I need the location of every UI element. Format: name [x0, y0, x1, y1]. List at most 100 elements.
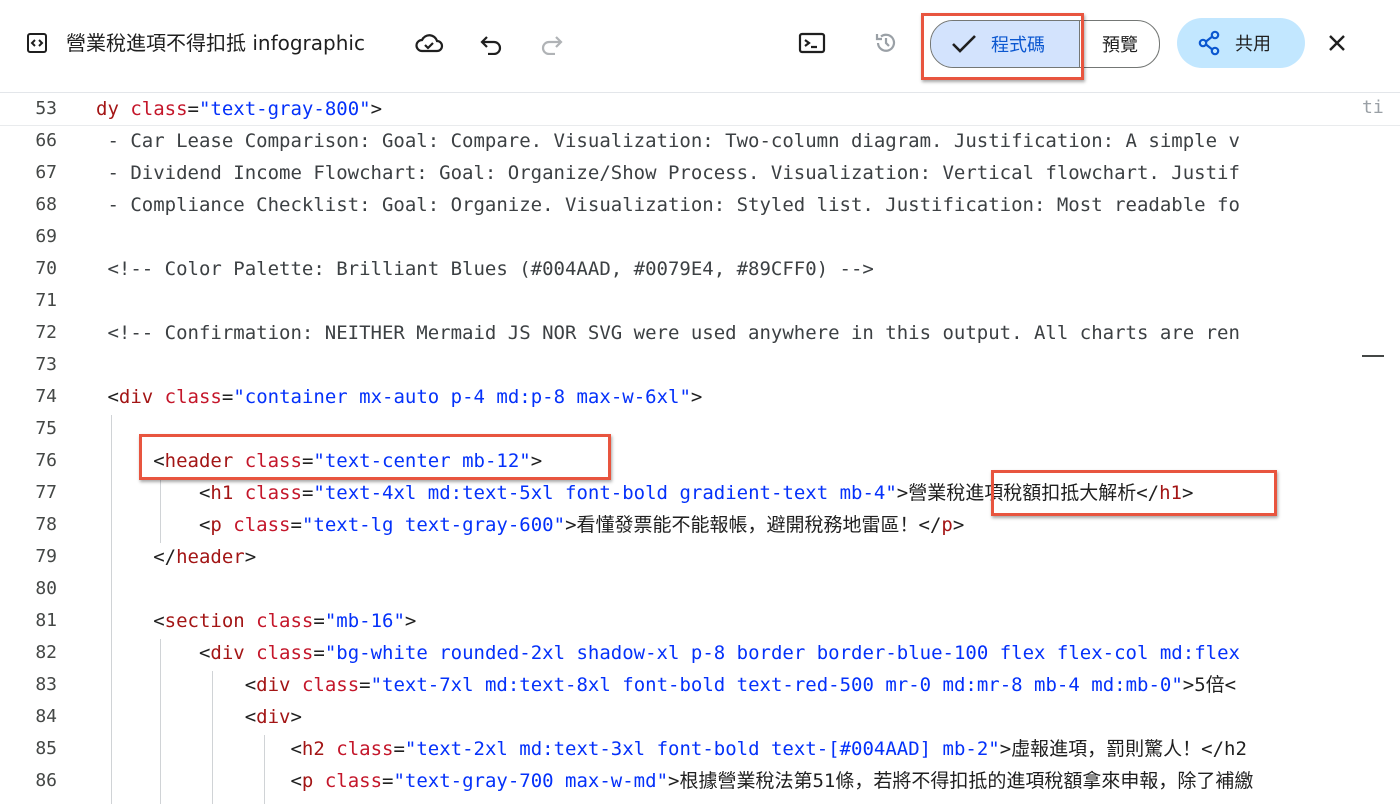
code-token: =	[301, 450, 314, 472]
console-icon[interactable]	[796, 28, 828, 58]
code-text: <!-- Color Palette: Brilliant Blues (#00…	[96, 253, 873, 285]
share-label: 共用	[1235, 34, 1271, 55]
code-token: >	[690, 386, 703, 408]
code-editor[interactable]: 53 dy class="text-gray-800"> 66 - Car Leas…	[0, 93, 1400, 804]
code-token: =	[313, 642, 325, 664]
code-token: <	[96, 386, 119, 408]
code-token: >	[370, 98, 383, 120]
code-text: - Car Lease Comparison: Goal: Compare. V…	[96, 125, 1239, 157]
code-line[interactable]: 80	[0, 573, 1400, 605]
indent-guide	[111, 415, 112, 804]
code-line[interactable]: 67 - Dividend Income Flowchart: Goal: Or…	[0, 157, 1400, 189]
scroll-marker	[1362, 355, 1384, 357]
code-line[interactable]: 85 <h2 class="text-2xl md:text-3xl font-…	[0, 733, 1400, 765]
code-token: div	[256, 674, 291, 696]
line-number: 66	[35, 130, 57, 151]
line-number: 68	[35, 194, 57, 215]
code-line[interactable]: 71	[0, 285, 1400, 317]
code-text: <!-- Confirmation: NEITHER Mermaid JS NO…	[96, 317, 1240, 349]
code-line[interactable]: 74 <div class="container mx-auto p-4 md:…	[0, 381, 1400, 413]
line-number: 83	[35, 674, 57, 695]
line-number: 70	[35, 258, 57, 279]
toggle-divider	[1079, 21, 1080, 67]
code-token: class	[233, 514, 291, 536]
code-line[interactable]: 75	[0, 413, 1400, 445]
top-toolbar: 營業稅進項不得扣抵 infographic 程式碼 預覽 共用	[0, 0, 1400, 93]
share-icon	[1197, 30, 1221, 56]
code-token: <	[96, 642, 211, 664]
code-token: =	[313, 610, 325, 632]
code-line[interactable]: 79 </header>	[0, 541, 1400, 573]
code-token: "container mx-auto p-4 md:p-8 max-w-6xl"	[233, 386, 691, 408]
code-line[interactable]: 68 - Compliance Checklist: Goal: Organiz…	[0, 189, 1400, 221]
code-line[interactable]: 66 - Car Lease Comparison: Goal: Compare…	[0, 125, 1400, 157]
redo-icon[interactable]	[537, 30, 567, 58]
code-line[interactable]: 53 dy class="text-gray-800">	[0, 93, 1400, 126]
code-token: "text-4xl md:text-5xl font-bold gradient…	[313, 482, 897, 504]
code-token: class	[324, 770, 383, 792]
undo-icon[interactable]	[476, 30, 506, 58]
code-token: "text-center mb-12"	[313, 450, 531, 472]
history-icon[interactable]	[870, 28, 902, 58]
code-line[interactable]: 81 <section class="mb-16">	[0, 605, 1400, 637]
code-token: div	[118, 386, 154, 408]
close-icon[interactable]	[1322, 28, 1352, 58]
view-toggle: 程式碼 預覽	[930, 20, 1160, 68]
line-number: 85	[35, 738, 57, 759]
code-line[interactable]: 72 <!-- Confirmation: NEITHER Mermaid JS…	[0, 317, 1400, 349]
code-token: >	[1182, 482, 1194, 504]
code-text: - Dividend Income Flowchart: Goal: Organ…	[96, 157, 1239, 189]
indent-guide	[160, 639, 161, 804]
code-text: <section class="mb-16">	[96, 605, 416, 637]
code-token: <	[96, 706, 257, 728]
code-line[interactable]: 82 <div class="bg-white rounded-2xl shad…	[0, 637, 1400, 669]
line-number: 73	[35, 354, 57, 375]
code-line[interactable]: 83 <div class="text-7xl md:text-8xl font…	[0, 669, 1400, 701]
code-token: header	[176, 546, 245, 568]
code-view-button[interactable]: 程式碼	[931, 21, 1079, 67]
check-icon	[951, 34, 977, 54]
code-token: >	[952, 514, 965, 536]
line-number: 81	[35, 610, 57, 631]
code-line[interactable]: 77 <h1 class="text-4xl md:text-5xl font-…	[0, 477, 1400, 509]
code-token: >	[530, 450, 543, 472]
code-token: class	[244, 482, 302, 504]
code-token: header	[164, 450, 234, 472]
code-text: <header class="text-center mb-12">	[96, 445, 542, 477]
code-token: </	[96, 546, 177, 568]
document-title: 營業稅進項不得扣抵 infographic	[66, 31, 365, 55]
cloud-saved-icon[interactable]	[412, 28, 446, 58]
code-line[interactable]: 76 <header class="text-center mb-12">	[0, 445, 1400, 477]
share-button[interactable]: 共用	[1177, 18, 1305, 68]
code-token: <	[96, 610, 165, 632]
code-token: h1	[210, 482, 234, 504]
code-token: "text-gray-700 max-w-md"	[393, 770, 669, 792]
code-line[interactable]: 70 <!-- Color Palette: Brilliant Blues (…	[0, 253, 1400, 285]
line-number: 72	[35, 322, 57, 343]
indent-guide	[264, 735, 265, 804]
code-token: <	[96, 738, 302, 760]
code-token: =	[393, 738, 405, 760]
minimap-edge-text: ti	[1362, 97, 1384, 118]
code-text: <div class="container mx-auto p-4 md:p-8…	[96, 381, 702, 413]
code-line[interactable]: 78 <p class="text-lg text-gray-600">看懂發票…	[0, 509, 1400, 541]
code-line[interactable]: 84 <div>	[0, 701, 1400, 733]
code-text: <div>	[96, 701, 302, 733]
line-number: 79	[35, 546, 57, 567]
code-line[interactable]: 86 <p class="text-gray-700 max-w-md">根據營…	[0, 765, 1400, 797]
code-token: <!-- Confirmation: NEITHER Mermaid JS NO…	[96, 322, 1240, 344]
code-line[interactable]: 73	[0, 349, 1400, 381]
code-token: "text-gray-800"	[198, 98, 371, 120]
code-line[interactable]: 69	[0, 221, 1400, 253]
code-token: div	[256, 706, 291, 728]
preview-button[interactable]: 預覽	[1081, 21, 1159, 67]
code-file-icon[interactable]	[24, 30, 50, 56]
code-token: <	[96, 674, 257, 696]
